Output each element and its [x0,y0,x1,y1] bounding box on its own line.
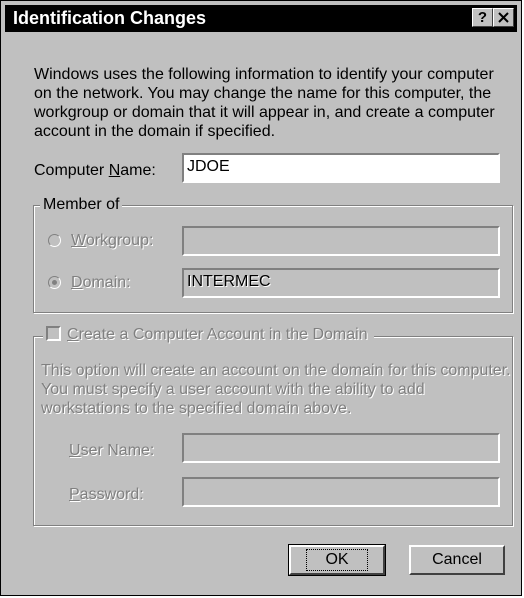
workgroup-label: Workgroup: [71,232,154,249]
title-bar[interactable]: Identification Changes ? [5,5,517,32]
cancel-button[interactable]: Cancel [409,545,505,575]
ok-button[interactable]: OK [288,544,386,576]
close-icon [498,12,509,23]
workgroup-radio[interactable] [48,234,61,247]
user-name-input[interactable] [182,433,500,463]
create-account-description: This option will create an account on th… [41,362,511,417]
password-label: Password: [69,486,144,503]
domain-radio[interactable] [48,276,61,289]
member-of-label: Member of [40,195,123,214]
close-button[interactable] [493,8,514,27]
identification-changes-dialog: Identification Changes ? Windows uses th… [0,0,522,596]
domain-input[interactable]: INTERMEC [182,268,500,298]
intro-text: Windows uses the following information t… [34,66,495,140]
create-account-label: Create a Computer Account in the Domain [67,326,368,343]
computer-name-input[interactable]: JDOE [182,153,500,183]
password-input[interactable] [182,477,500,507]
radio-selected-dot [52,280,57,285]
help-button[interactable]: ? [472,8,493,27]
dialog-title: Identification Changes [13,8,207,28]
computer-name-label: Computer Name: [34,162,156,179]
workgroup-input[interactable] [182,226,500,256]
create-account-checkbox[interactable] [46,326,61,341]
domain-label: Domain: [71,274,131,291]
user-name-label: User Name: [69,442,155,459]
create-account-header: Create a Computer Account in the Domain [43,325,374,344]
